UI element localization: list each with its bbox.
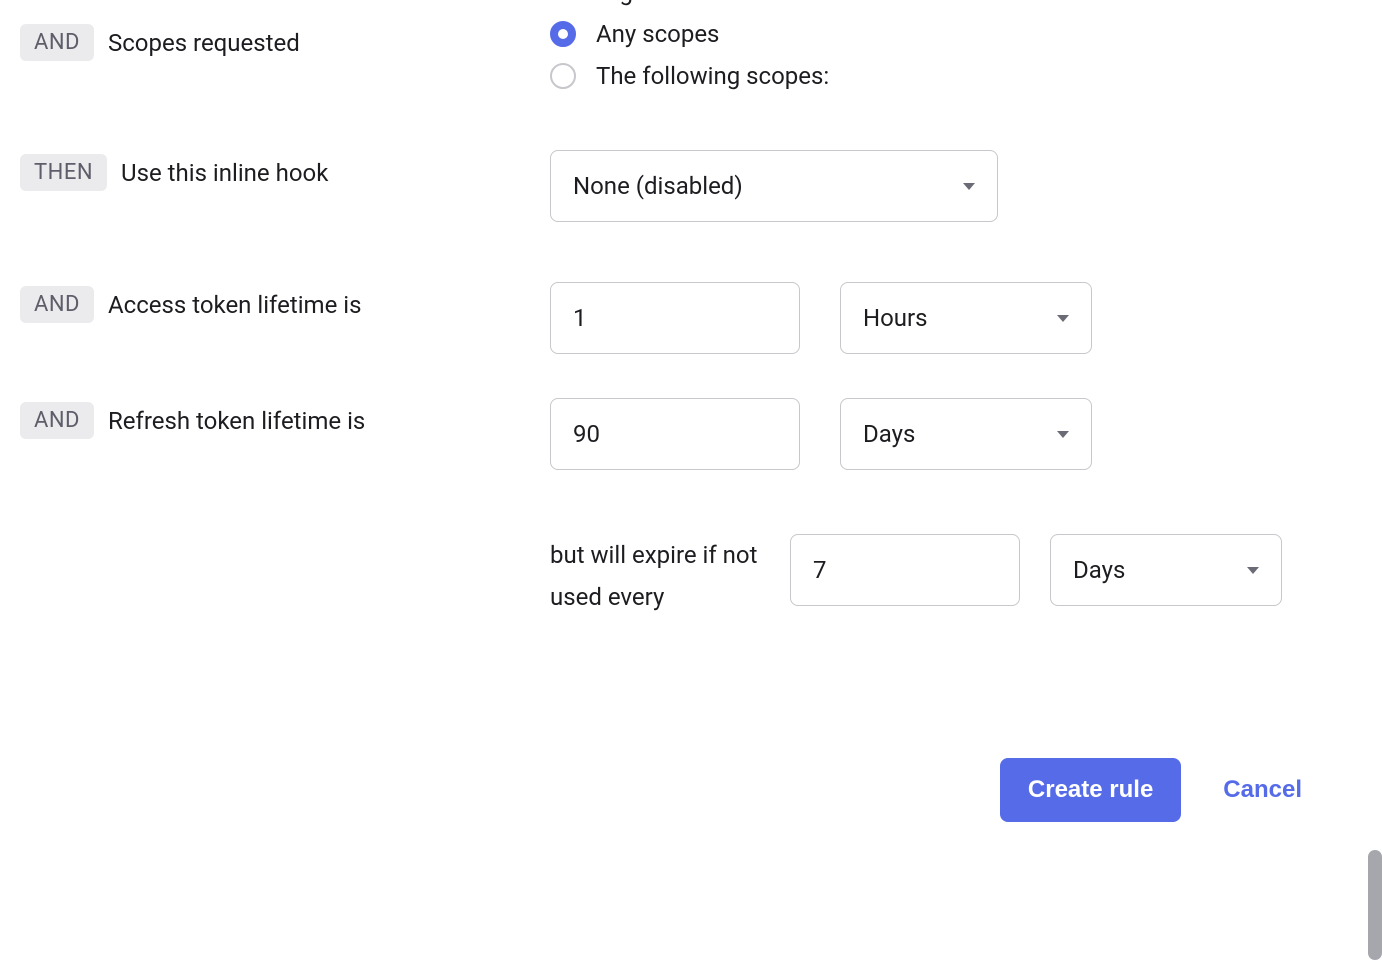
input-refresh-token-value[interactable] [550,398,800,470]
input-access-token-value[interactable] [550,282,800,354]
condition-tag-and: AND [20,286,94,323]
row-scopes-requested: AND Scopes requested Any scopes The foll… [20,20,1362,90]
label-expire-if-not-used: but will expire if not used every [550,534,760,618]
chevron-down-icon [963,183,975,190]
chevron-down-icon [1247,567,1259,574]
label-refresh-token-lifetime: Refresh token lifetime is [108,402,365,440]
label-scopes-requested: Scopes requested [108,24,300,62]
rule-editor-panel: following: AND Scopes requested Any scop… [0,0,1382,960]
select-refresh-token-unit-value: Days [863,420,915,448]
radio-following-scopes-input[interactable] [550,63,576,89]
radio-option-following-scopes[interactable]: The following scopes: [550,62,1362,90]
select-inline-hook-value: None (disabled) [573,172,743,200]
chevron-down-icon [1057,431,1069,438]
label-access-token-lifetime: Access token lifetime is [108,286,362,324]
condition-tag-then: THEN [20,154,107,191]
footer-actions: Create rule Cancel [20,758,1362,822]
select-inline-hook[interactable]: None (disabled) [550,150,998,222]
radio-option-any-scopes[interactable]: Any scopes [550,20,1362,48]
condition-tag-and: AND [20,402,94,439]
select-access-token-unit-value: Hours [863,304,928,332]
select-access-token-unit[interactable]: Hours [840,282,1092,354]
radio-following-scopes-label: The following scopes: [596,62,829,90]
select-refresh-token-unit[interactable]: Days [840,398,1092,470]
row-access-token-lifetime: AND Access token lifetime is Hours [20,282,1362,354]
row-inline-hook: THEN Use this inline hook None (disabled… [20,150,1362,222]
chevron-down-icon [1057,315,1069,322]
radio-any-scopes-label: Any scopes [596,20,719,48]
condition-tag-and: AND [20,24,94,61]
truncated-text-above: following: [535,0,639,6]
create-rule-button[interactable]: Create rule [1000,758,1181,822]
scrollbar-thumb[interactable] [1368,850,1382,960]
row-refresh-token-lifetime: AND Refresh token lifetime is Days but w… [20,398,1362,618]
radio-any-scopes-input[interactable] [550,21,576,47]
row-expire-if-not-used: but will expire if not used every Days [550,534,1362,618]
select-expire-unit-value: Days [1073,556,1125,584]
select-expire-unit[interactable]: Days [1050,534,1282,606]
input-expire-value[interactable] [790,534,1020,606]
cancel-button[interactable]: Cancel [1223,776,1302,804]
label-inline-hook: Use this inline hook [121,154,328,192]
